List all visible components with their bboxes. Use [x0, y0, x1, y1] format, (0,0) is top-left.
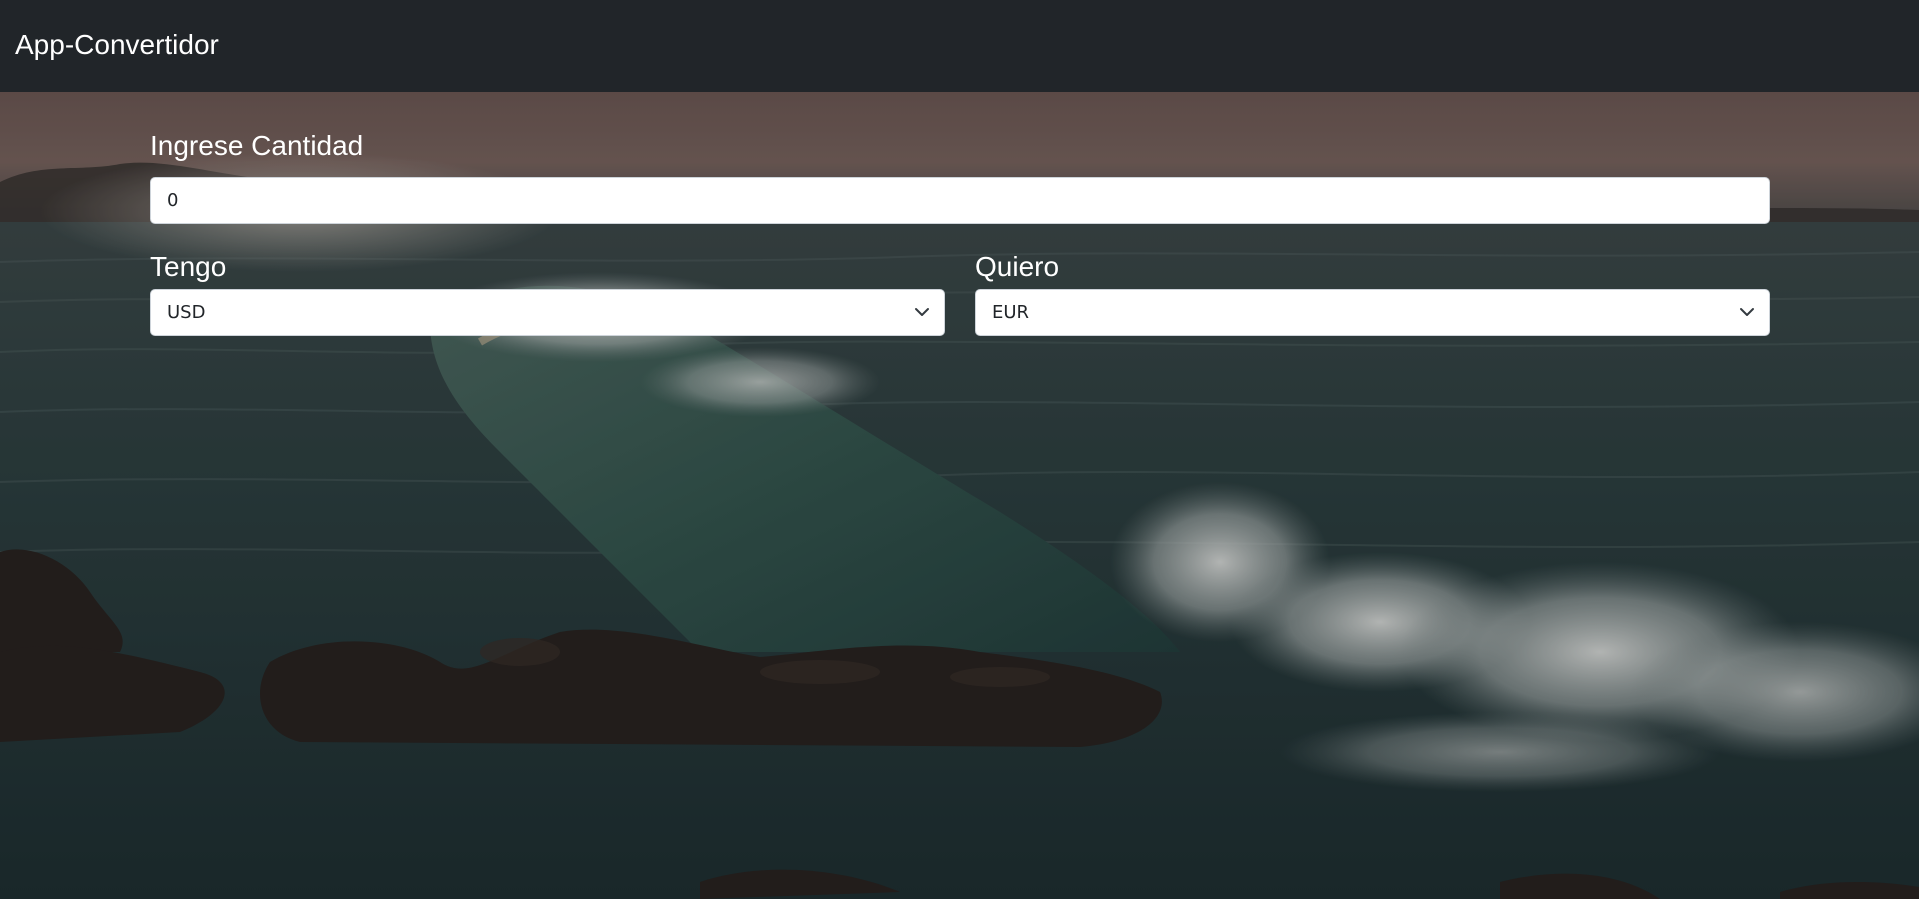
from-currency-select[interactable]: USD [150, 289, 945, 336]
to-currency-label: Quiero [975, 251, 1060, 282]
to-currency-value: EUR [992, 302, 1030, 323]
amount-input[interactable]: 0 [150, 177, 1770, 224]
from-currency-label: Tengo [150, 251, 227, 282]
brand-link[interactable]: App-Convertidor [15, 27, 219, 63]
from-currency-value: USD [167, 302, 206, 323]
chevron-down-icon [1740, 308, 1754, 316]
navbar: App-Convertidor [0, 0, 1919, 92]
to-currency-select[interactable]: EUR [975, 289, 1770, 336]
chevron-down-icon [915, 308, 929, 316]
app-window: App-Convertidor Ingrese Cantidad 0 Tengo… [0, 0, 1919, 899]
amount-label: Ingrese Cantidad [150, 130, 364, 161]
